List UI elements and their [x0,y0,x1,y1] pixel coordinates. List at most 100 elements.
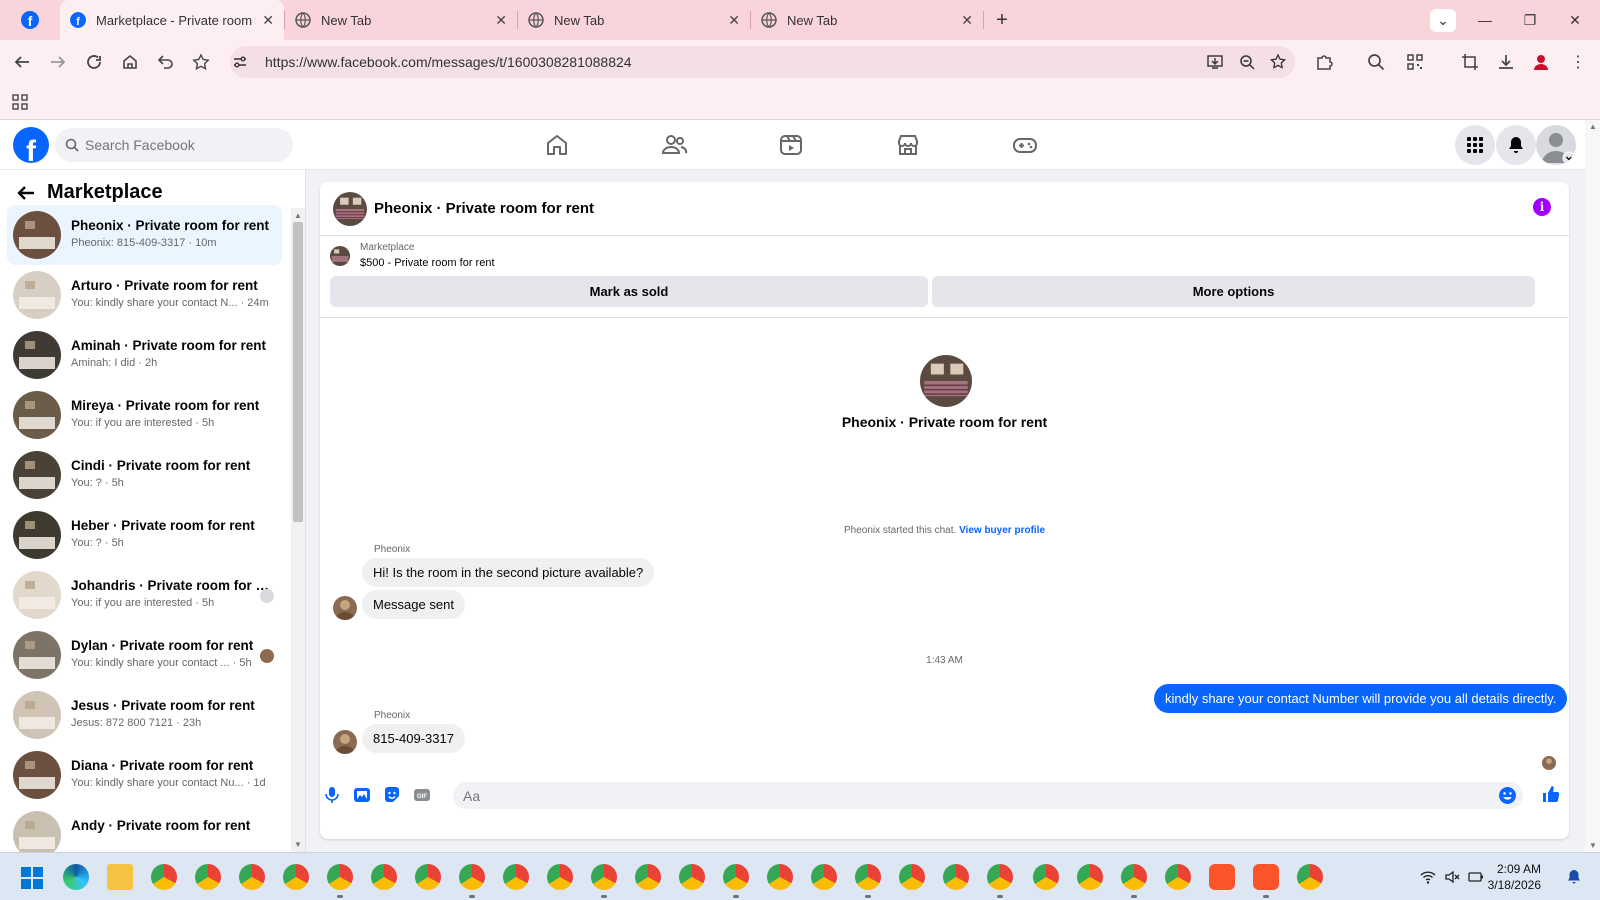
info-icon[interactable]: i [1533,198,1551,216]
thumbs-up-icon[interactable] [1541,784,1561,804]
photo-icon[interactable] [353,786,371,804]
chat-avatar[interactable] [333,192,367,226]
tab-search-button[interactable]: ⌄ [1423,0,1463,40]
close-tab-icon[interactable]: ✕ [495,12,507,29]
sender-avatar[interactable] [333,730,357,754]
site-settings-icon[interactable] [232,54,248,70]
sticker-icon[interactable] [383,786,401,804]
listing-title[interactable]: $500 - Private room for rent [360,257,495,269]
conversation-item[interactable]: Johandris · Private room for r... You: if… [7,565,282,625]
file-explorer-icon[interactable] [107,864,133,890]
bookmark-button[interactable] [189,50,213,74]
tab-new-3[interactable]: New Tab ✕ [751,0,983,40]
page-scrollbar[interactable]: ▲ ▼ [1585,120,1600,852]
notifications-button[interactable] [1496,125,1536,165]
marketplace-icon[interactable] [894,131,922,159]
chrome-icon[interactable] [1077,864,1103,890]
chrome-icon[interactable] [767,864,793,890]
sender-avatar[interactable] [333,596,357,620]
scroll-down-icon[interactable]: ▼ [294,840,302,849]
chrome-icon[interactable] [415,864,441,890]
video-icon[interactable] [777,131,805,159]
restore-button[interactable]: ❐ [1510,0,1550,40]
gif-icon[interactable]: GIF [413,786,431,804]
chrome-icon[interactable] [1297,864,1323,890]
chrome-icon[interactable] [503,864,529,890]
conversation-item[interactable]: Dylan · Private room for rent You: kindly… [7,625,282,685]
conversation-item[interactable]: Pheonix · Private room for rent Pheonix: … [7,205,282,265]
forward-button[interactable] [46,50,70,74]
chrome-icon[interactable] [899,864,925,890]
close-tab-icon[interactable]: ✕ [961,12,973,29]
address-bar[interactable]: https://www.facebook.com/messages/t/1600… [230,46,1295,78]
tab-new-1[interactable]: New Tab ✕ [285,0,517,40]
chrome-icon[interactable] [987,864,1013,890]
home-icon[interactable] [543,131,571,159]
apps-grid-icon[interactable] [12,94,28,110]
extensions-button[interactable] [1312,50,1336,74]
brave-icon[interactable] [1209,864,1235,890]
profile-button[interactable] [1529,50,1553,74]
friends-icon[interactable] [660,131,688,159]
chrome-icon[interactable] [195,864,221,890]
chrome-icon[interactable] [1165,864,1191,890]
sidebar-scroll-thumb[interactable] [293,222,303,522]
edge-icon[interactable] [63,864,89,890]
notification-bell-icon[interactable] [1566,869,1582,885]
view-buyer-profile-link[interactable]: View buyer profile [959,525,1045,536]
close-tab-icon[interactable]: ✕ [728,12,740,29]
star-icon[interactable] [1270,54,1286,70]
windows-start-icon[interactable] [20,866,44,890]
message-bubble[interactable]: Message sent [362,590,465,619]
scroll-down-icon[interactable]: ▼ [1589,841,1597,850]
account-button[interactable] [1536,125,1576,165]
conversation-item[interactable]: Cindi · Private room for rent You: ? · 5h [7,445,282,505]
home-button[interactable] [118,50,142,74]
intro-avatar[interactable] [920,355,972,407]
tab-marketplace[interactable]: f Marketplace - Private room for ✕ [60,0,284,40]
minimize-button[interactable]: — [1465,0,1505,40]
message-input-box[interactable] [453,782,1523,809]
outgoing-message-bubble[interactable]: kindly share your contact Number will pr… [1154,684,1568,713]
downloads-button[interactable] [1494,50,1518,74]
pinned-facebook-tab[interactable]: f [0,0,60,40]
reload-button[interactable] [82,50,106,74]
chrome-icon[interactable] [547,864,573,890]
conversation-item[interactable]: Mireya · Private room for rent You: if yo… [7,385,282,445]
volume-muted-icon[interactable] [1444,869,1460,885]
emoji-icon[interactable] [1498,786,1517,805]
conversation-item[interactable]: Jesus · Private room for rent Jesus: 872 … [7,685,282,745]
chrome-icon[interactable] [1121,864,1147,890]
mark-as-sold-button[interactable]: Mark as sold [330,276,928,307]
chrome-icon[interactable] [239,864,265,890]
brave-icon[interactable] [1253,864,1279,890]
sidebar-scrollbar[interactable]: ▲ ▼ [291,208,305,852]
message-bubble[interactable]: Hi! Is the room in the second picture av… [362,558,655,587]
chrome-icon[interactable] [371,864,397,890]
menu-grid-button[interactable] [1455,125,1495,165]
facebook-logo[interactable]: f [13,127,49,163]
microphone-icon[interactable] [323,786,341,804]
conversation-item[interactable]: Heber · Private room for rent You: ? · 5h [7,505,282,565]
chrome-icon[interactable] [855,864,881,890]
back-button[interactable] [10,50,34,74]
search-input[interactable] [85,128,285,162]
crop-button[interactable] [1458,50,1482,74]
chrome-icon[interactable] [151,864,177,890]
chrome-icon[interactable] [1033,864,1059,890]
conversation-item[interactable]: Arturo · Private room for rent You: kindl… [7,265,282,325]
close-tab-icon[interactable]: ✕ [262,12,274,29]
tab-new-2[interactable]: New Tab ✕ [518,0,750,40]
more-options-button[interactable]: More options [932,276,1535,307]
arrow-left-icon[interactable] [16,183,36,203]
chrome-icon[interactable] [591,864,617,890]
chrome-icon[interactable] [459,864,485,890]
new-tab-button[interactable]: + [984,0,1020,40]
listing-thumbnail[interactable] [330,246,350,266]
chrome-icon[interactable] [679,864,705,890]
install-app-icon[interactable] [1207,54,1223,70]
chrome-icon[interactable] [723,864,749,890]
scroll-up-icon[interactable]: ▲ [1589,122,1597,131]
scroll-up-icon[interactable]: ▲ [294,211,302,220]
search-tabs-button[interactable] [1364,50,1388,74]
